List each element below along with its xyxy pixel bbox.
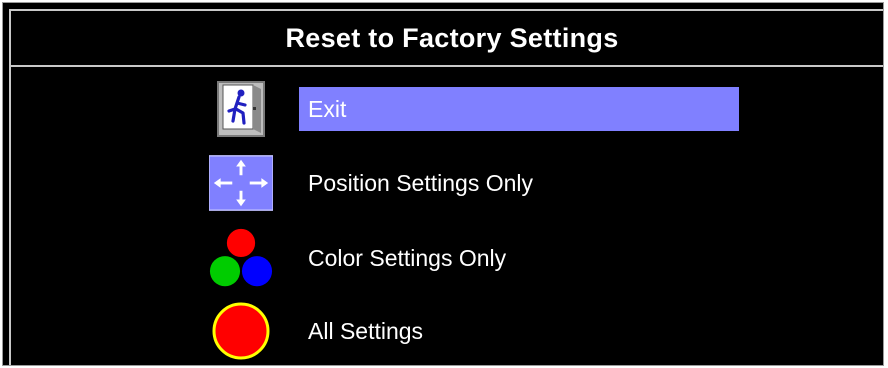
menu-item-color-settings-only[interactable]: Color Settings Only — [3, 228, 883, 288]
menu-item-label: Exit — [299, 87, 739, 131]
menu-item-position-settings-only[interactable]: Position Settings Only — [3, 153, 883, 213]
menu-item-label: Position Settings Only — [308, 170, 534, 196]
page-title: Reset to Factory Settings — [285, 22, 619, 53]
title-bar: Reset to Factory Settings — [11, 11, 883, 67]
menu-item-label: All Settings — [308, 318, 424, 344]
menu-item-label: Color Settings Only — [308, 245, 507, 271]
rgb-circles-icon — [209, 228, 273, 288]
exit-door-icon — [209, 79, 273, 139]
position-arrows-icon — [209, 153, 273, 213]
menu-item-all-settings[interactable]: All Settings — [3, 301, 883, 361]
menu-item-exit[interactable]: Exit — [3, 79, 883, 139]
red-circle-icon — [209, 301, 273, 361]
osd-window: Reset to Factory Settings Exit Position … — [2, 2, 884, 366]
